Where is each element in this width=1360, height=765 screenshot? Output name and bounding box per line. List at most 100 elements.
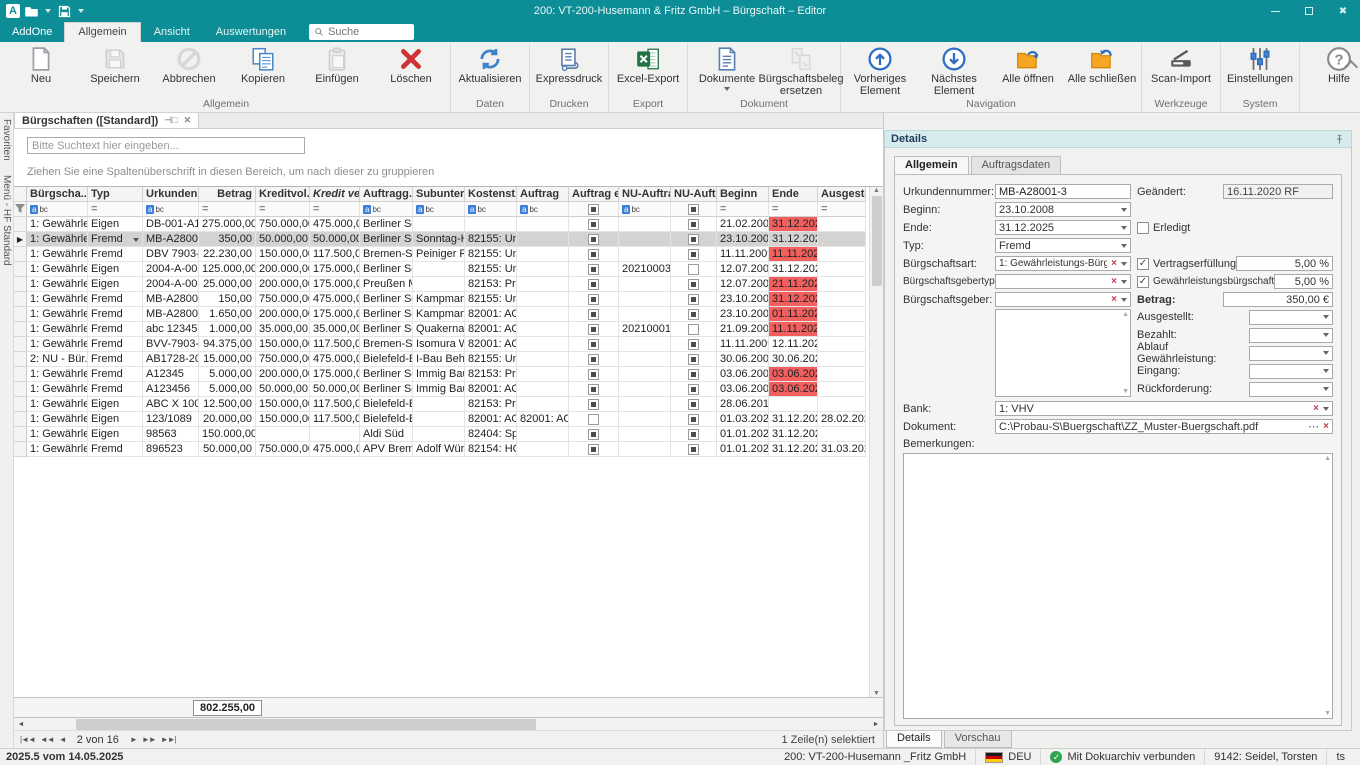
scroll-down-icon[interactable]: ▼ — [1122, 388, 1129, 395]
expressdruck-button[interactable]: Expressdruck — [532, 44, 606, 85]
cell-subunternehmer[interactable] — [413, 217, 465, 232]
column-header-auftrag_erteilt[interactable]: Auftrag e... — [569, 187, 619, 202]
table-row[interactable]: 1: Gewährle...Fremd89652350.000,00750.00… — [14, 442, 866, 457]
cell-kredit_ve[interactable]: 35.000,00 — [310, 322, 360, 337]
cell-betrag[interactable]: 20.000,00 — [199, 412, 256, 427]
browse-icon[interactable]: ⋯ — [1308, 420, 1319, 433]
cell-nu_auftrag[interactable] — [619, 367, 671, 382]
cell-auftrag[interactable] — [517, 397, 569, 412]
cell-ausgestellt[interactable] — [818, 262, 866, 277]
cell-typ[interactable]: Fremd — [88, 442, 143, 457]
table-row[interactable]: 1: Gewährle...Eigen98563150.000,00Aldi S… — [14, 427, 866, 442]
scroll-right-icon[interactable]: ► — [869, 721, 883, 728]
cell-kredit_ve[interactable]: 175.000,00 — [310, 262, 360, 277]
chevron-down-icon[interactable] — [1323, 351, 1329, 355]
cell-beginn[interactable]: 23.10.2008 — [717, 307, 769, 322]
cell-urkundennummer[interactable]: A12345 — [143, 367, 199, 382]
clear-icon[interactable]: × — [1111, 295, 1117, 305]
nächstes-element-button[interactable]: Nächstes Element — [917, 44, 991, 97]
cell-beginn[interactable]: 11.11.2009 — [717, 337, 769, 352]
cell-typ[interactable]: Fremd — [88, 247, 143, 262]
table-row[interactable]: 2: NU - Bür...FremdAB1728-200915.000,007… — [14, 352, 866, 367]
cell-betrag[interactable]: 15.000,00 — [199, 352, 256, 367]
cell-betrag[interactable]: 94.375,00 — [199, 337, 256, 352]
cell-nu_auftrag[interactable] — [619, 442, 671, 457]
cell-beginn[interactable]: 01.01.2024 — [717, 442, 769, 457]
cell-ende[interactable]: 31.12.2029 — [769, 412, 818, 427]
cell-auftraggeber[interactable]: Berliner Senat — [360, 292, 413, 307]
cell-beginn[interactable]: 23.10.2008 — [717, 292, 769, 307]
cell-nu_auftrag_erteilt[interactable] — [671, 442, 717, 457]
cell-betrag[interactable]: 150,00 — [199, 292, 256, 307]
einfügen-button[interactable]: Einfügen — [300, 44, 374, 85]
filter-funnel-icon[interactable] — [14, 202, 27, 217]
save-quick-icon[interactable] — [57, 4, 72, 19]
chevron-down-icon[interactable] — [1323, 387, 1329, 391]
tab-addone[interactable]: AddOne — [0, 23, 64, 42]
cell-buergschaftsart[interactable]: 1: Gewährle... — [27, 397, 88, 412]
tab-auswertungen[interactable]: Auswertungen — [203, 23, 299, 42]
cell-ende[interactable]: 30.06.2025 — [769, 352, 818, 367]
tab-details-auftragsdaten[interactable]: Auftragsdaten — [971, 156, 1062, 174]
cell-urkundennummer[interactable]: MB-A28001-3 — [143, 232, 199, 247]
cell-auftraggeber[interactable]: Bremen-Sta... — [360, 247, 413, 262]
cell-subunternehmer[interactable]: Kampmann-... — [413, 307, 465, 322]
vertragserfuellung-prozent-field[interactable]: 5,00 % — [1236, 256, 1333, 271]
tab-details-allgemein[interactable]: Allgemein — [894, 156, 969, 174]
cell-nu_auftrag[interactable] — [619, 292, 671, 307]
scan-import-button[interactable]: Scan-Import — [1144, 44, 1218, 85]
cell-nu_auftrag_erteilt[interactable] — [671, 262, 717, 277]
chevron-down-icon[interactable] — [1121, 208, 1127, 212]
pager-prev-page-button[interactable]: ◄◄ — [40, 735, 54, 744]
cell-buergschaftsart[interactable]: 1: Gewährle... — [27, 412, 88, 427]
filter-cell-urkundennummer[interactable]: abc — [143, 202, 199, 217]
cell-kreditvolumen[interactable] — [256, 427, 310, 442]
cell-auftrag_erteilt[interactable] — [569, 262, 619, 277]
cell-auftrag[interactable] — [517, 367, 569, 382]
cell-buergschaftsart[interactable]: 2: NU - Bür... — [27, 352, 88, 367]
cell-auftraggeber[interactable]: Bremen-Sta... — [360, 337, 413, 352]
scroll-down-icon[interactable]: ▼ — [1324, 710, 1331, 717]
cell-typ[interactable]: Fremd — [88, 292, 143, 307]
column-header-betrag[interactable]: Betrag — [199, 187, 256, 202]
cell-auftrag_erteilt[interactable] — [569, 232, 619, 247]
cell-kostenstelle[interactable]: 82001: AOK... — [465, 337, 517, 352]
cell-kostenstelle[interactable]: 82001: AOK... — [465, 412, 517, 427]
vertragserfuellung-checkbox[interactable]: ✓ — [1137, 258, 1149, 270]
column-header-beginn[interactable]: Beginn — [717, 187, 769, 202]
cell-auftrag_erteilt[interactable] — [569, 397, 619, 412]
gewaehrleistungsbuergschaft-checkbox[interactable]: ✓ — [1137, 276, 1149, 288]
bank-field[interactable]: 1: VHV× — [995, 401, 1333, 416]
cell-urkundennummer[interactable]: DB-001-A10 — [143, 217, 199, 232]
buergschaftsgeber-listbox[interactable]: ▲ ▼ — [995, 309, 1131, 397]
filter-cell-beginn[interactable]: = — [717, 202, 769, 217]
cell-nu_auftrag_erteilt[interactable] — [671, 427, 717, 442]
cell-typ[interactable]: Eigen — [88, 412, 143, 427]
cell-urkundennummer[interactable]: 98563 — [143, 427, 199, 442]
vertical-scroll-thumb[interactable] — [872, 196, 882, 286]
excel-export-button[interactable]: Excel-Export — [611, 44, 685, 85]
cell-buergschaftsart[interactable]: 1: Gewährle... — [27, 247, 88, 262]
cell-kostenstelle[interactable] — [465, 217, 517, 232]
filter-cell-auftrag_erteilt[interactable] — [569, 202, 619, 217]
cell-beginn[interactable]: 28.06.2011 — [717, 397, 769, 412]
cell-kredit_ve[interactable]: 475.000,00 — [310, 442, 360, 457]
cell-auftraggeber[interactable]: Berliner Senat — [360, 307, 413, 322]
cell-typ[interactable]: Fremd — [88, 232, 143, 247]
chevron-down-icon[interactable] — [1121, 280, 1127, 284]
tab-details[interactable]: Details — [886, 731, 942, 748]
pager-last-button[interactable]: ►►| — [161, 735, 176, 744]
buergschaftsgeber-field[interactable]: × — [995, 292, 1131, 307]
cell-typ[interactable]: Fremd — [88, 367, 143, 382]
cell-ausgestellt[interactable] — [818, 322, 866, 337]
cell-subunternehmer[interactable]: I-Bau Behri... — [413, 352, 465, 367]
cell-ende[interactable]: 11.11.2022 — [769, 247, 818, 262]
cell-subunternehmer[interactable]: Sonntag-Ho... — [413, 232, 465, 247]
clear-icon[interactable]: × — [1111, 259, 1117, 269]
cell-kredit_ve[interactable]: 50.000,00 — [310, 382, 360, 397]
cell-kreditvolumen[interactable]: 200.000,00 — [256, 367, 310, 382]
table-row[interactable]: 1: Gewährle...FremdMB-A28001-2150,00750.… — [14, 292, 866, 307]
table-row[interactable]: 1: Gewährle...EigenDB-001-A10275.000,007… — [14, 217, 866, 232]
cell-nu_auftrag[interactable] — [619, 397, 671, 412]
ende-field[interactable]: 31.12.2025 — [995, 220, 1131, 235]
